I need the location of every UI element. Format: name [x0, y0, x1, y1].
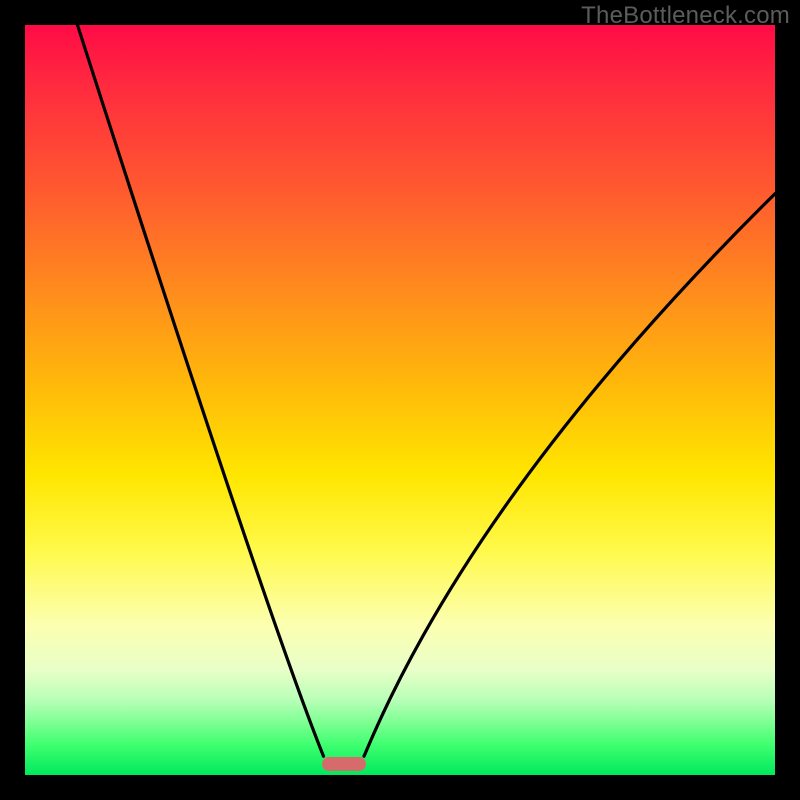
curve-right	[364, 194, 775, 757]
watermark-text: TheBottleneck.com	[581, 2, 790, 30]
bottleneck-curves	[25, 25, 775, 775]
curve-left	[78, 25, 324, 756]
chart-plot-area	[25, 25, 775, 775]
optimal-point-marker	[322, 757, 366, 771]
